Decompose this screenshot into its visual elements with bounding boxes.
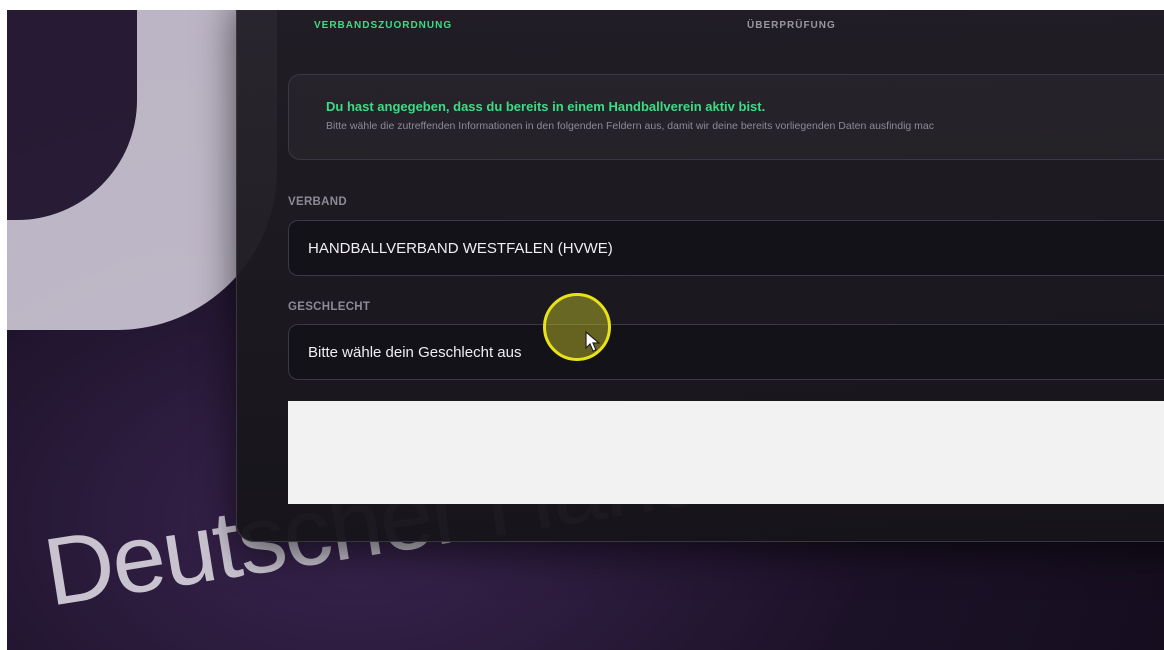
verband-value: HANDBALLVERBAND WESTFALEN (HVWE) [308, 240, 613, 257]
geschlecht-select[interactable]: Bitte wähle dein Geschlecht aus [288, 324, 1164, 380]
step-verbandszuordnung[interactable]: VERBANDSZUORDNUNG [314, 20, 452, 31]
verband-label: VERBAND [288, 196, 347, 208]
verband-select[interactable]: HANDBALLVERBAND WESTFALEN (HVWE) [288, 220, 1164, 276]
registration-panel: VERBANDSZUORDNUNG ÜBERPRÜFUNG Du hast an… [236, 10, 1164, 542]
geschlecht-dropdown-list[interactable] [288, 401, 1164, 504]
mouse-pointer-icon [585, 331, 601, 352]
info-text: Bitte wähle die zutreffenden Information… [326, 120, 935, 132]
info-box: Du hast angegeben, dass du bereits in ei… [288, 74, 1164, 160]
step-ueberpruefung[interactable]: ÜBERPRÜFUNG [747, 20, 836, 31]
info-title: Du hast angegeben, dass du bereits in ei… [326, 99, 766, 114]
geschlecht-placeholder: Bitte wähle dein Geschlecht aus [308, 344, 522, 361]
geschlecht-label: GESCHLECHT [288, 301, 371, 313]
